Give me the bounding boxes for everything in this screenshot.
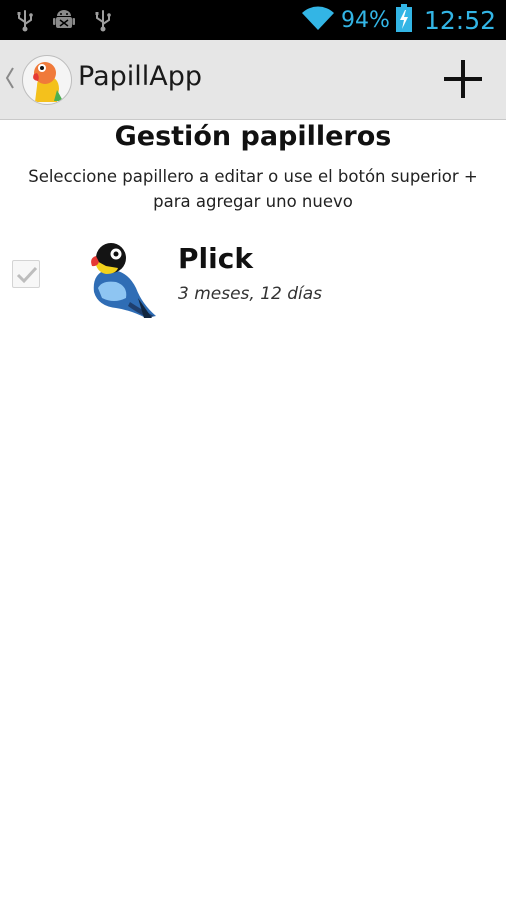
plus-icon xyxy=(444,60,482,98)
checkmark-icon xyxy=(16,266,38,284)
android-debug-icon xyxy=(52,8,76,32)
blue-bird-icon xyxy=(86,238,162,320)
instructions-line-1: Seleccione papillero a editar o use el b… xyxy=(28,167,478,186)
battery-charging-icon xyxy=(395,4,412,36)
usb-icon xyxy=(16,8,34,32)
status-bar: 94% 12:52 xyxy=(0,0,506,40)
wifi-icon xyxy=(301,5,335,35)
app-title: PapillApp xyxy=(78,61,203,92)
status-clock: 12:52 xyxy=(423,5,496,35)
item-name: Plick xyxy=(178,242,253,275)
instructions-line-2: para agregar uno nuevo xyxy=(153,192,353,211)
action-bar: PapillApp xyxy=(0,40,506,120)
bird-logo-icon[interactable] xyxy=(22,55,72,105)
battery-percent: 94% xyxy=(341,7,390,33)
usb-icon xyxy=(94,8,112,32)
add-button[interactable] xyxy=(440,56,486,102)
list-item[interactable]: Plick 3 meses, 12 días xyxy=(0,232,506,322)
instructions-text: Seleccione papillero a editar o use el b… xyxy=(0,164,506,214)
page-title: Gestión papilleros xyxy=(114,121,392,152)
system-indicators: 94% 12:52 xyxy=(301,0,496,40)
item-age: 3 meses, 12 días xyxy=(178,284,323,304)
up-caret-icon[interactable] xyxy=(5,66,15,94)
notification-icons xyxy=(16,8,112,32)
item-checkbox[interactable] xyxy=(12,260,40,288)
